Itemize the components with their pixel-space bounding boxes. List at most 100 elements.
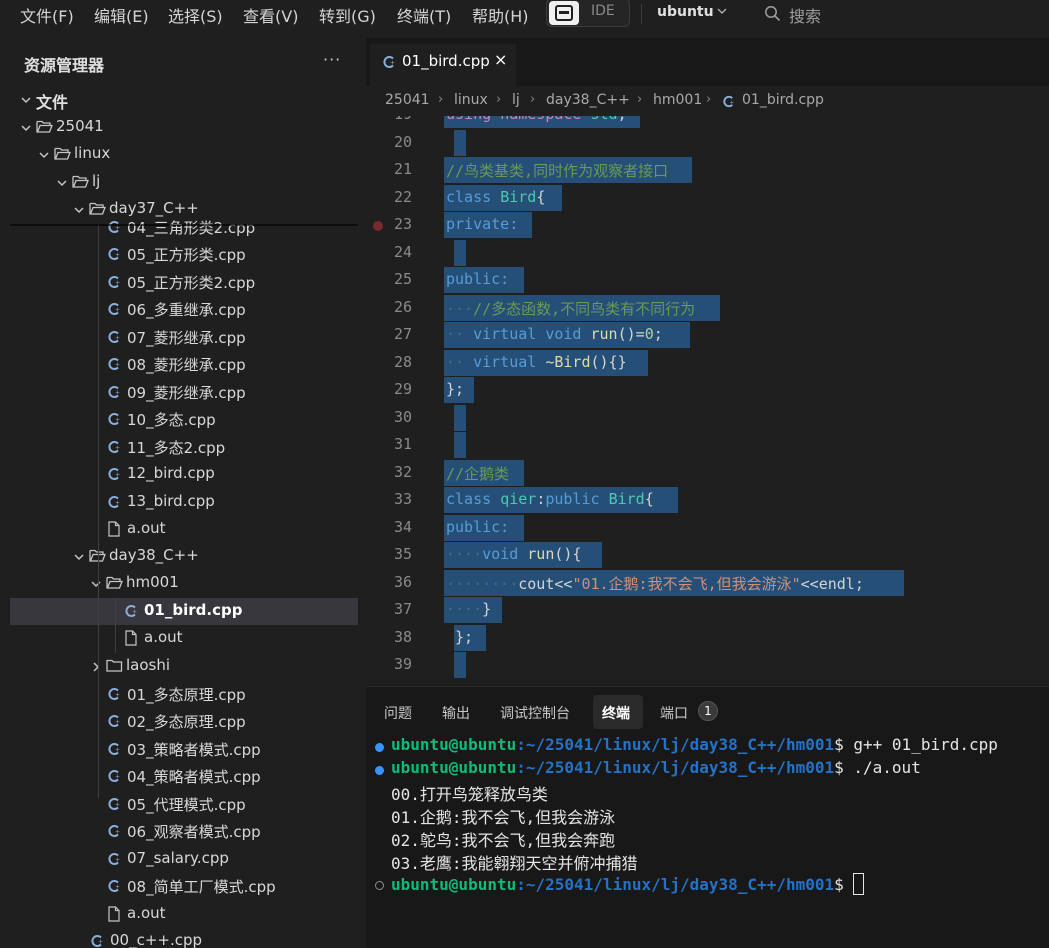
- terminal-line: 01.企鹅:我不会飞,但我会游泳: [391, 808, 616, 827]
- folder-item-hm001[interactable]: hm001: [10, 570, 358, 597]
- cpp-file-icon: +: [107, 686, 123, 706]
- chevron-down-icon[interactable]: [90, 576, 102, 594]
- folder-open-icon: [36, 119, 53, 138]
- svg-text:+: +: [115, 362, 120, 369]
- remote-host-label[interactable]: ubuntu: [657, 4, 714, 20]
- cpp-file-icon: +: [107, 494, 123, 514]
- tree-item-label: a.out: [127, 904, 166, 922]
- chevron-down-icon[interactable]: [56, 175, 68, 193]
- chevron-down-icon[interactable]: [20, 92, 32, 110]
- chevron-right-icon: ›: [706, 92, 712, 107]
- tree-item-label: 07_菱形继承.cpp: [127, 329, 246, 347]
- file-item-06-cpp[interactable]: +06_多重继承.cpp: [10, 296, 358, 323]
- tree-item-label: 11_多态2.cpp: [127, 439, 226, 457]
- folder-item-laoshi[interactable]: laoshi: [10, 653, 358, 680]
- svg-text:+: +: [730, 100, 735, 106]
- code-editor[interactable]: 19 using namespace std; 20 21 //鸟类基类,同时作…: [366, 116, 1049, 680]
- folder-open-icon: [54, 146, 71, 165]
- folder-open-icon: [106, 575, 123, 594]
- explorer-sidebar: 资源管理器 ··· 文件 25041 linux lj day37_C++ +04_三角形…: [10, 38, 358, 948]
- tree-item-label: 08_菱形继承.cpp: [127, 356, 246, 374]
- file-item-04-2-cpp[interactable]: +04_三角形类2.cpp: [10, 214, 358, 241]
- file-item-05-cpp[interactable]: +05_正方形类.cpp: [10, 241, 358, 268]
- cpp-file-icon: +: [107, 356, 123, 376]
- tree-item-label: 09_菱形继承.cpp: [127, 384, 246, 402]
- menu-go[interactable]: 转到(G): [319, 3, 376, 27]
- svg-text:+: +: [115, 829, 120, 836]
- chevron-down-icon[interactable]: [20, 120, 32, 138]
- folder-item-linux[interactable]: linux: [10, 141, 358, 168]
- indent-guide: [98, 224, 99, 798]
- file-item-06-cpp[interactable]: +06_观察者模式.cpp: [10, 818, 358, 845]
- code-line: 31: [366, 432, 1049, 459]
- file-item-12-bird-cpp[interactable]: +12_bird.cpp: [10, 461, 358, 488]
- file-item-10-cpp[interactable]: +10_多态.cpp: [10, 406, 358, 433]
- svg-text:+: +: [115, 307, 120, 314]
- file-item-07-cpp[interactable]: +07_菱形继承.cpp: [10, 324, 358, 351]
- tree-item-label: 05_正方形类.cpp: [127, 246, 246, 264]
- file-icon: [107, 521, 121, 541]
- breadcrumb-item[interactable]: day38_C++: [546, 92, 630, 108]
- chevron-right-icon[interactable]: [90, 659, 102, 677]
- menu-view[interactable]: 查看(V): [243, 3, 298, 27]
- file-item-08-cpp[interactable]: +08_简单工厂模式.cpp: [10, 873, 358, 900]
- chevron-down-icon[interactable]: [73, 549, 85, 567]
- menu-terminal[interactable]: 终端(T): [397, 3, 451, 27]
- breadcrumb-item[interactable]: linux: [454, 92, 488, 108]
- svg-text:+: +: [115, 747, 120, 754]
- section-header[interactable]: 文件: [10, 86, 358, 113]
- file-item-04-cpp[interactable]: +04_策略者模式.cpp: [10, 763, 358, 790]
- file-item-09-cpp[interactable]: +09_菱形继承.cpp: [10, 379, 358, 406]
- file-item-a-out[interactable]: a.out: [10, 901, 358, 928]
- file-item-07-salary-cpp[interactable]: +07_salary.cpp: [10, 846, 358, 873]
- menu-file[interactable]: 文件(F): [20, 3, 74, 27]
- folder-item-day38-c[interactable]: day38_C++: [10, 543, 358, 570]
- indent-guide: [115, 598, 116, 653]
- file-item-a-out[interactable]: a.out: [10, 516, 358, 543]
- file-item-11-2-cpp[interactable]: +11_多态2.cpp: [10, 434, 358, 461]
- tab-ports[interactable]: 端口: [660, 703, 688, 723]
- cpp-file-icon: +: [107, 768, 123, 788]
- file-item-05-2-cpp[interactable]: +05_正方形类2.cpp: [10, 269, 358, 296]
- menu-help[interactable]: 帮助(H): [472, 3, 529, 27]
- search-icon[interactable]: [764, 5, 781, 22]
- breadcrumb-item[interactable]: 01_bird.cpp: [742, 92, 824, 108]
- more-actions-icon[interactable]: ···: [323, 50, 341, 69]
- ide-label: IDE: [591, 3, 615, 19]
- file-item-13-bird-cpp[interactable]: +13_bird.cpp: [10, 489, 358, 516]
- code-line: 23 private:: [366, 212, 1049, 239]
- tab-problems[interactable]: 问题: [384, 703, 412, 723]
- sticky-scroll-divider: [10, 224, 358, 226]
- file-item-03-cpp[interactable]: +03_策略者模式.cpp: [10, 736, 358, 763]
- folder-item-lj[interactable]: lj: [10, 169, 358, 196]
- tree-item-label: 02_多态原理.cpp: [127, 713, 246, 731]
- tree-item-label: 25041: [56, 117, 104, 135]
- ide-toggle[interactable]: IDE: [546, 0, 630, 27]
- close-icon[interactable]: ×: [494, 50, 507, 69]
- tab-terminal[interactable]: 终端: [602, 703, 630, 723]
- tab-01-bird-cpp[interactable]: + 01_bird.cpp ×: [370, 44, 516, 86]
- file-item-01-bird-cpp[interactable]: +01_bird.cpp: [10, 598, 358, 625]
- chevron-down-icon[interactable]: [716, 5, 728, 17]
- file-item-01-cpp[interactable]: +01_多态原理.cpp: [10, 681, 358, 708]
- breadcrumb-item[interactable]: hm001: [653, 92, 702, 108]
- breadcrumb-item[interactable]: lj: [512, 92, 520, 108]
- file-item-02-cpp[interactable]: +02_多态原理.cpp: [10, 708, 358, 735]
- file-item-08-cpp[interactable]: +08_菱形继承.cpp: [10, 351, 358, 378]
- menu-edit[interactable]: 编辑(E): [94, 3, 149, 27]
- menu-selection[interactable]: 选择(S): [168, 3, 223, 27]
- breadcrumb-item[interactable]: 25041: [385, 92, 430, 108]
- search-input[interactable]: 搜索: [789, 3, 821, 27]
- file-item-00-c-cpp[interactable]: +00_c++.cpp: [10, 928, 358, 948]
- code-line: 22 class Bird{: [366, 185, 1049, 212]
- chevron-down-icon[interactable]: [38, 147, 50, 165]
- file-item-a-out[interactable]: a.out: [10, 625, 358, 652]
- tree-item-label: hm001: [126, 573, 179, 591]
- cpp-file-icon: +: [107, 274, 123, 294]
- terminal-prompt: ubuntu@ubuntu:~/25041/linux/lj/day38_C++…: [391, 873, 865, 896]
- folder-item-25041[interactable]: 25041: [10, 114, 358, 141]
- tab-debug-console[interactable]: 调试控制台: [500, 703, 570, 723]
- ports-count-badge: 1: [698, 701, 718, 721]
- tab-output[interactable]: 输出: [442, 703, 470, 723]
- file-item-05-cpp[interactable]: +05_代理模式.cpp: [10, 791, 358, 818]
